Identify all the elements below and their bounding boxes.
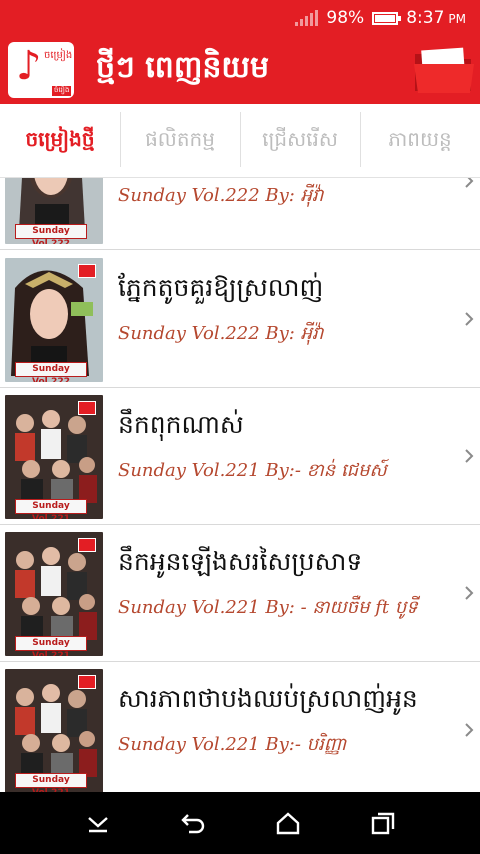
tab-productions[interactable]: ផលិតកម្ម	[120, 104, 240, 177]
logo-text: ចម្រៀង	[44, 50, 73, 61]
album-cover: Sunday Vol.222	[5, 178, 103, 244]
song-subtitle: Sunday Vol.221 By: - នាយចឺម ft បូទី	[118, 597, 418, 618]
song-subtitle: Sunday Vol.221 By:- ខាន់ ជេមស៍	[118, 460, 387, 481]
recents-icon	[371, 812, 394, 835]
album-cover: Sunday Vol.222	[5, 258, 103, 382]
song-subtitle: Sunday Vol.222 By: អុីវ៉ា	[118, 323, 324, 344]
logo-tag: ចំរៀង	[52, 86, 72, 96]
clock-ampm: PM	[448, 12, 466, 26]
battery-percentage: 98%	[326, 8, 365, 28]
song-title: នឹកអូនឡើងសរសៃប្រសាទ	[118, 547, 363, 576]
chevron-right-icon	[465, 312, 474, 326]
song-subtitle: Sunday Vol.222 By: អុីវ៉ា	[118, 185, 324, 206]
album-cover: Sunday Vol.221	[5, 669, 103, 792]
tab-selections[interactable]: ជ្រើសរើស	[240, 104, 360, 177]
chevron-right-icon	[465, 723, 474, 737]
app-logo: ♪ ចម្រៀង ចំរៀង	[0, 36, 84, 104]
album-cover-label: Sunday Vol.222	[15, 362, 87, 382]
song-title: នឹកពុកណាស់	[118, 410, 244, 439]
app-title: ថ្មីៗ ពេញនិយម	[96, 50, 270, 85]
status-bar: 98% 8:37 PM	[0, 0, 480, 36]
tab-movies[interactable]: ភាពយន្ត	[360, 104, 480, 177]
tab-bar: ចម្រៀងថ្មី ផលិតកម្ម ជ្រើសរើស ភាពយន្ត	[0, 104, 480, 178]
song-row[interactable]: Sunday Vol.221 នឹកអូនឡើងសរសៃប្រសាទ Sunda…	[0, 525, 480, 662]
app-bar: ♪ ចម្រៀង ចំរៀង ថ្មីៗ ពេញនិយម	[0, 36, 480, 104]
album-cover-label: Sunday Vol.221	[15, 773, 87, 792]
chevron-right-icon	[465, 449, 474, 463]
chevron-right-icon	[465, 178, 474, 188]
album-cover: Sunday Vol.221	[5, 532, 103, 656]
folder-button[interactable]	[408, 36, 480, 104]
album-cover: Sunday Vol.221	[5, 395, 103, 519]
hide-keyboard-icon	[87, 817, 108, 833]
song-row[interactable]: Sunday Vol.221 សារភាពថាបងឈប់ស្រលាញ់អូន S…	[0, 662, 480, 792]
album-cover-label: Sunday Vol.221	[15, 499, 87, 519]
song-row[interactable]: Sunday Vol.222 ភ្នែកតូចគួរឱ្យស្រលាញ់ Sun…	[0, 251, 480, 388]
music-note-logo-icon: ♪	[16, 43, 42, 89]
clock: 8:37	[406, 8, 445, 28]
home-button[interactable]	[266, 801, 310, 845]
chevron-right-icon	[465, 586, 474, 600]
folder-icon	[414, 47, 474, 93]
navigation-bar	[0, 792, 480, 854]
song-subtitle: Sunday Vol.221 By:- បរិញ្ញា	[118, 734, 347, 755]
song-title: សារភាពថាបងឈប់ស្រលាញ់អូន	[118, 684, 418, 713]
song-list: Sunday Vol.222 Sunday Vol.222 By: អុីវ៉ា…	[0, 178, 480, 792]
signal-icon	[295, 10, 319, 26]
back-button[interactable]	[171, 801, 215, 845]
song-row[interactable]: Sunday Vol.221 នឹកពុកណាស់ Sunday Vol.221…	[0, 388, 480, 525]
back-icon	[180, 814, 204, 834]
song-title: ភ្នែកតូចគួរឱ្យស្រលាញ់	[118, 273, 324, 302]
home-icon	[276, 812, 299, 835]
album-cover-label: Sunday Vol.221	[15, 636, 87, 656]
tab-new-songs[interactable]: ចម្រៀងថ្មី	[0, 104, 120, 177]
album-cover-label: Sunday Vol.222	[15, 224, 87, 244]
recents-button[interactable]	[361, 801, 405, 845]
battery-icon	[372, 11, 402, 25]
hide-keyboard-button[interactable]	[76, 801, 120, 845]
song-row[interactable]: Sunday Vol.222 Sunday Vol.222 By: អុីវ៉ា	[0, 178, 480, 250]
